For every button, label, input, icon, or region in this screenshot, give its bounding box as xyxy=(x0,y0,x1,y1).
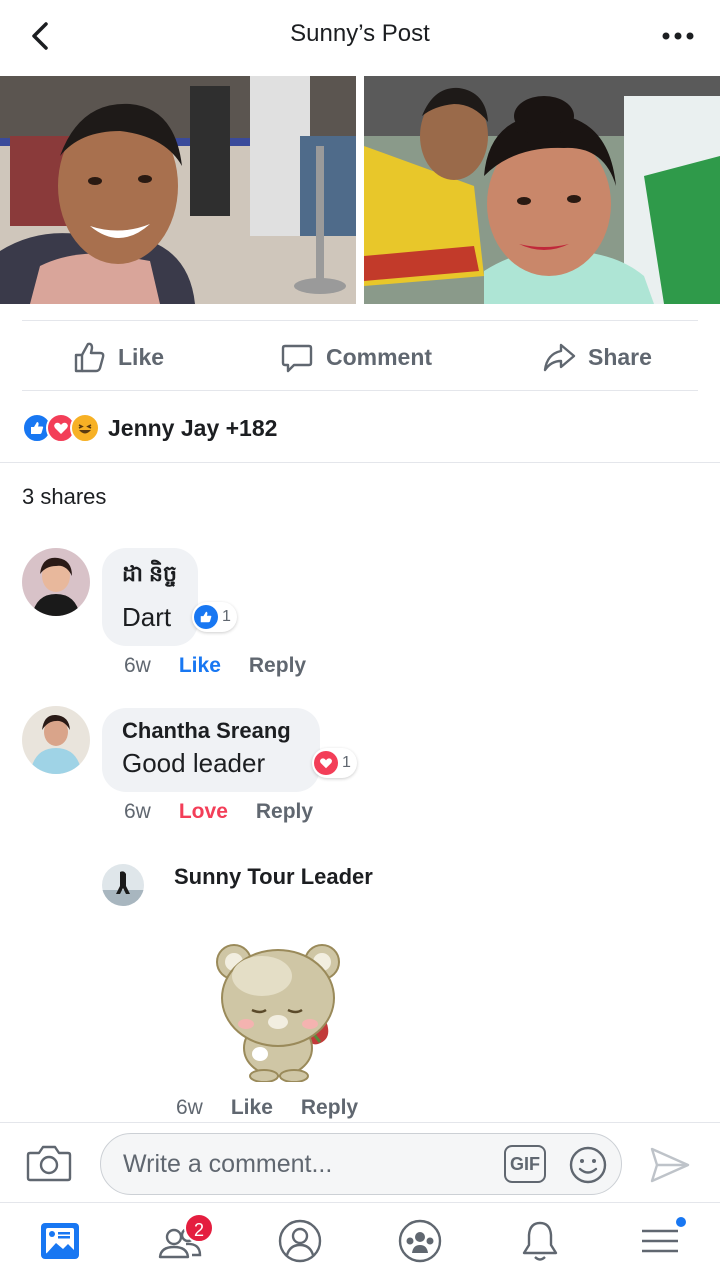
tab-groups[interactable] xyxy=(396,1217,444,1265)
comment-meta: 6w Like Reply xyxy=(124,654,334,678)
tab-notifications[interactable] xyxy=(516,1217,564,1265)
love-reaction-icon xyxy=(314,751,338,775)
tab-menu[interactable] xyxy=(636,1215,688,1265)
reactors-names[interactable]: Jenny Jay +182 xyxy=(108,415,277,442)
avatar[interactable] xyxy=(22,706,90,774)
reply-author[interactable]: Sunny Tour Leader xyxy=(174,864,373,890)
bear-sticker-icon xyxy=(216,944,340,1082)
camera-icon[interactable] xyxy=(26,1143,72,1183)
send-icon[interactable] xyxy=(648,1143,692,1187)
reply-meta: 6w Like Reply xyxy=(176,1096,386,1120)
groups-icon xyxy=(398,1219,442,1263)
reactions-summary[interactable]: Jenny Jay +182 xyxy=(22,408,277,448)
post-photos xyxy=(0,76,720,304)
comment-author[interactable]: ដា និច្ច xyxy=(122,560,178,592)
post-photo-2[interactable] xyxy=(364,76,720,304)
emoji-icon[interactable] xyxy=(568,1145,608,1185)
profile-icon xyxy=(278,1219,322,1263)
comment-text: Good leader xyxy=(122,748,266,778)
avatar[interactable] xyxy=(22,548,90,616)
page-title: Sunny’s Post xyxy=(290,20,430,47)
avatar[interactable] xyxy=(102,864,144,906)
comment-reaction-badge[interactable]: 1 xyxy=(192,602,237,632)
post-actions: Like Comment Share xyxy=(0,322,720,392)
gif-button[interactable]: GIF xyxy=(504,1145,546,1183)
comment-time: 6w xyxy=(124,800,151,823)
friends-badge: 2 xyxy=(184,1213,214,1243)
tab-news-feed[interactable] xyxy=(36,1217,84,1265)
divider xyxy=(22,390,698,391)
like-button[interactable]: Like xyxy=(72,322,164,392)
divider xyxy=(0,462,720,463)
reply-like-link[interactable]: Like xyxy=(231,1096,273,1120)
comment-meta: 6w Love Reply xyxy=(124,800,341,824)
like-reaction-icon xyxy=(194,605,218,629)
shares-count[interactable]: 3 shares xyxy=(22,484,106,510)
reaction-count: 1 xyxy=(342,754,351,771)
share-label: Share xyxy=(588,343,652,370)
bell-icon xyxy=(522,1221,558,1261)
comment-reply-link[interactable]: Reply xyxy=(249,654,306,678)
comment-time: 6w xyxy=(124,654,151,677)
reply-time: 6w xyxy=(176,1096,203,1119)
divider xyxy=(22,320,698,321)
share-arrow-icon xyxy=(543,343,576,372)
share-button[interactable]: Share xyxy=(542,322,652,392)
more-options-icon[interactable] xyxy=(660,22,696,50)
comment-reaction-badge[interactable]: 1 xyxy=(312,748,357,778)
tab-friends[interactable]: 2 xyxy=(156,1213,214,1265)
menu-notification-dot xyxy=(674,1215,688,1229)
top-header: Sunny’s Post xyxy=(0,0,720,76)
comment-like-link[interactable]: Like xyxy=(179,654,221,678)
comment-love-link[interactable]: Love xyxy=(179,800,228,824)
like-label: Like xyxy=(118,343,165,370)
reaction-count: 1 xyxy=(222,608,231,625)
bottom-nav: 2 xyxy=(0,1202,720,1280)
comment-bubble-icon xyxy=(281,344,313,373)
comment-text: Dart xyxy=(122,602,172,632)
comment-bubble[interactable]: ដា និច្ច Dart xyxy=(102,548,198,646)
haha-reaction-icon xyxy=(70,413,100,443)
news-feed-icon xyxy=(41,1223,79,1259)
reply-reply-link[interactable]: Reply xyxy=(301,1096,358,1120)
comment-label: Comment xyxy=(326,343,433,370)
comment-composer: Write a comment... GIF xyxy=(0,1122,720,1202)
comment-reply-link[interactable]: Reply xyxy=(256,800,313,824)
comment-author[interactable]: Chantha Sreang xyxy=(122,718,300,744)
comment-button[interactable]: Comment xyxy=(280,322,432,392)
post-photo-1[interactable] xyxy=(0,76,356,304)
comment-bubble[interactable]: Chantha Sreang Good leader xyxy=(102,708,320,792)
tab-profile[interactable] xyxy=(276,1217,324,1265)
thumbs-up-icon xyxy=(74,342,105,373)
